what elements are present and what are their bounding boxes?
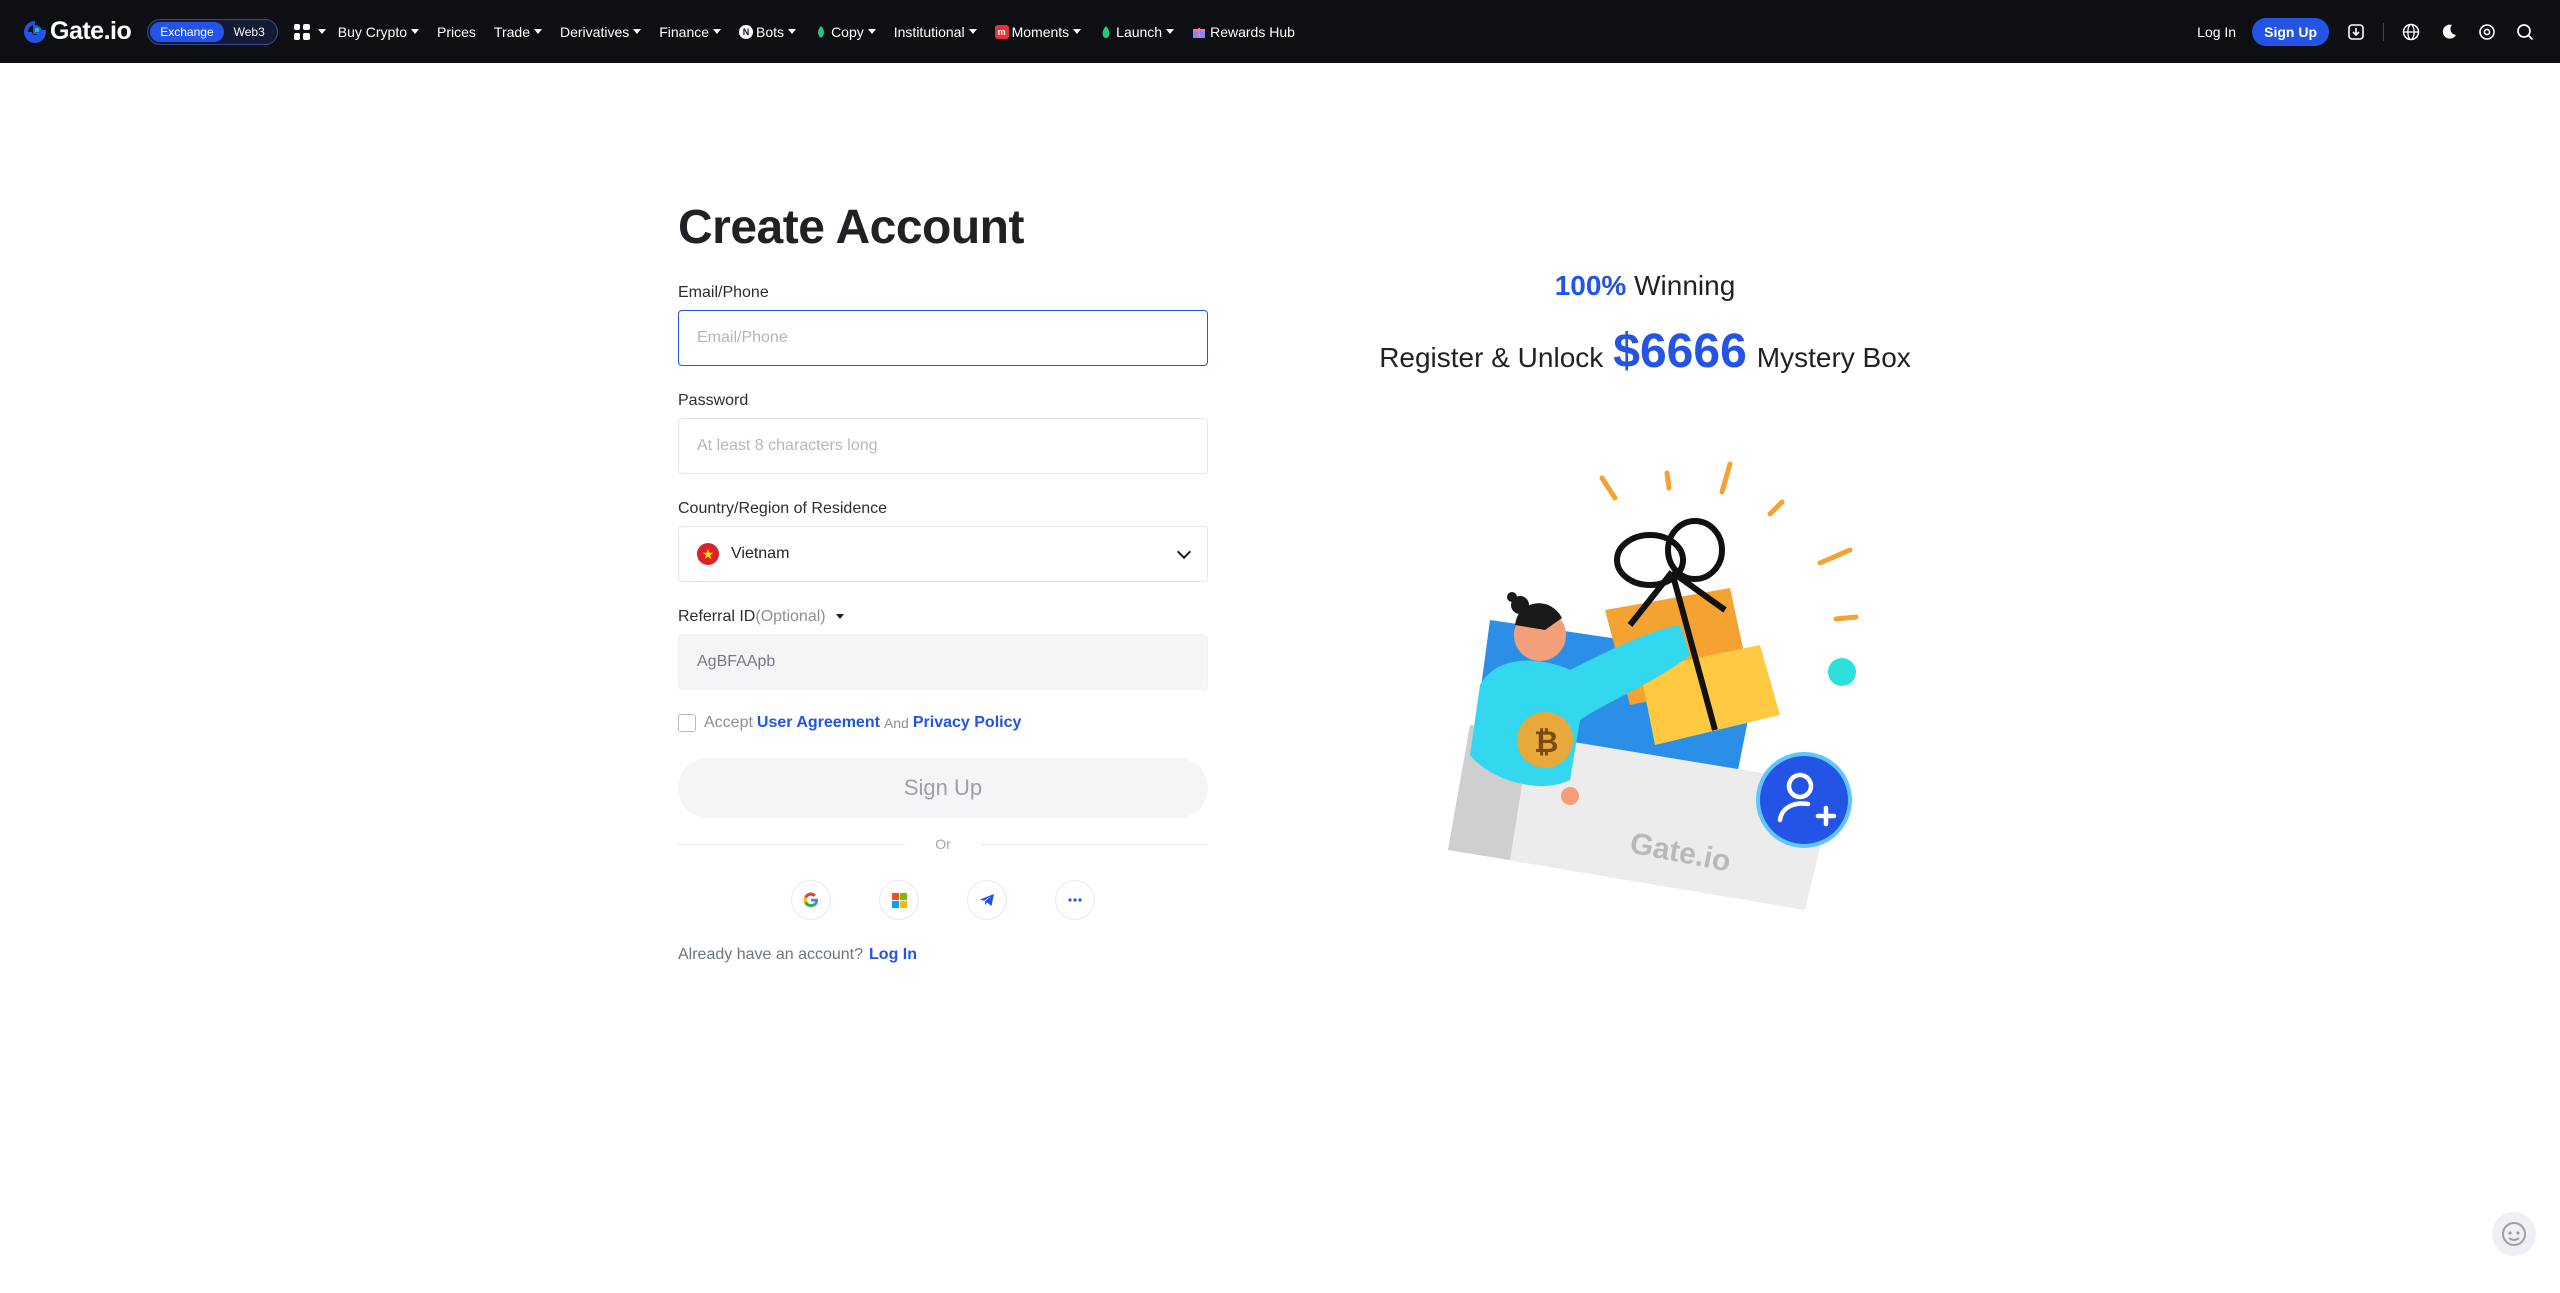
- nav-prices[interactable]: Prices: [437, 24, 476, 40]
- globe-icon[interactable]: [2400, 21, 2422, 43]
- nav-institutional[interactable]: Institutional: [894, 24, 977, 40]
- switch-exchange[interactable]: Exchange: [150, 21, 224, 42]
- referral-label-row[interactable]: Referral ID(Optional): [678, 608, 1208, 626]
- logo-text: Gate.io: [50, 17, 132, 45]
- gift-icon: [1193, 27, 1206, 38]
- privacy-policy-link[interactable]: Privacy Policy: [913, 714, 1022, 732]
- already-have-account: Already have an account? Log In: [678, 946, 1208, 964]
- gate-logo-icon: [24, 20, 46, 43]
- more-icon[interactable]: [1055, 880, 1095, 920]
- promo-register: Register & Unlock: [1379, 342, 1604, 373]
- referral-label: Referral ID: [678, 608, 756, 625]
- password-label: Password: [678, 392, 749, 409]
- exchange-web3-switch[interactable]: Exchange Web3: [147, 18, 278, 45]
- launch-flame-icon: [1102, 25, 1110, 38]
- and-text: And: [883, 715, 909, 731]
- nav-moments[interactable]: m Moments: [994, 24, 1082, 40]
- nav-trade[interactable]: Trade: [494, 24, 542, 40]
- social-login-row: [678, 880, 1208, 920]
- main-nav: Buy Crypto Prices Trade Derivatives Fina…: [338, 24, 1295, 40]
- caret-icon: [317, 29, 326, 34]
- top-navbar: Gate.io Exchange Web3 Buy Crypto Prices …: [0, 0, 2560, 63]
- download-icon[interactable]: [2345, 21, 2367, 43]
- or-divider: Or: [678, 834, 1208, 854]
- caret-down-icon: [835, 614, 844, 620]
- moments-icon: m: [994, 24, 1009, 39]
- chevron-down-icon: [1176, 544, 1192, 559]
- email-label: Email/Phone: [678, 284, 769, 301]
- nav-launch[interactable]: Launch: [1099, 24, 1175, 40]
- nav-rewards-hub[interactable]: Rewards Hub: [1192, 24, 1295, 40]
- search-icon[interactable]: [2514, 21, 2536, 43]
- nav-derivatives[interactable]: Derivatives: [560, 24, 642, 40]
- bots-icon: N: [739, 24, 754, 39]
- promo-subline: Register & Unlock $6666 Mystery Box: [1320, 324, 1970, 379]
- referral-field[interactable]: AgBFAApb: [678, 634, 1208, 690]
- agree-checkbox[interactable]: [678, 714, 696, 732]
- apps-menu-button[interactable]: [293, 23, 326, 40]
- support-chat-icon[interactable]: [2492, 1212, 2536, 1256]
- accept-text: Accept: [704, 714, 753, 731]
- promo-headline: 100% Winning: [1320, 270, 1970, 310]
- svg-text:₿: ₿: [1534, 725, 1558, 760]
- switch-web3[interactable]: Web3: [224, 22, 275, 42]
- signup-button-top[interactable]: Sign Up: [2252, 17, 2329, 46]
- email-field[interactable]: Email/Phone: [678, 310, 1208, 366]
- password-placeholder: At least 8 characters long: [697, 437, 878, 454]
- nav-buy-crypto[interactable]: Buy Crypto: [338, 24, 420, 40]
- nav-bots[interactable]: N Bots: [739, 24, 797, 40]
- microsoft-icon[interactable]: [879, 880, 919, 920]
- country-select[interactable]: ★ Vietnam: [678, 526, 1208, 582]
- moon-icon[interactable]: [2438, 21, 2460, 43]
- vietnam-flag-icon: ★: [697, 543, 719, 565]
- page-title: Create Account: [678, 201, 1024, 254]
- country-label: Country/Region of Residence: [678, 500, 888, 517]
- mystery-box-illustration: ₿ Gate.io: [1448, 461, 1859, 910]
- country-value: Vietnam: [731, 545, 790, 562]
- already-text: Already have an account?: [678, 946, 864, 963]
- user-agreement-link[interactable]: User Agreement: [757, 714, 880, 732]
- nav-copy[interactable]: Copy: [814, 24, 876, 40]
- settings-icon[interactable]: [2476, 21, 2498, 43]
- gate-logo[interactable]: Gate.io: [24, 17, 132, 46]
- signup-form: Create Account Email/Phone Email/Phone P…: [678, 200, 1208, 964]
- login-link[interactable]: Log In: [869, 946, 917, 963]
- divider: [2383, 22, 2384, 41]
- email-placeholder: Email/Phone: [697, 329, 788, 346]
- google-icon[interactable]: [791, 880, 831, 920]
- password-field[interactable]: At least 8 characters long: [678, 418, 1208, 474]
- referral-optional: (Optional): [755, 608, 826, 625]
- promo-box: Mystery Box: [1756, 342, 1911, 373]
- agreement-row: Accept User Agreement And Privacy Policy: [678, 712, 1208, 734]
- telegram-icon[interactable]: [967, 880, 1007, 920]
- promo-percent: 100%: [1554, 270, 1627, 301]
- signup-button[interactable]: Sign Up: [678, 758, 1208, 818]
- login-link-top[interactable]: Log In: [2197, 24, 2236, 40]
- or-text: Or: [935, 836, 951, 852]
- nav-finance[interactable]: Finance: [659, 24, 722, 40]
- nav-right: Log In Sign Up: [2197, 17, 2536, 46]
- grid-icon: [293, 23, 310, 40]
- copy-leaf-icon: [818, 25, 825, 38]
- referral-value: AgBFAApb: [697, 653, 776, 670]
- promo-amount: $6666: [1613, 325, 1747, 378]
- promo-winning: Winning: [1634, 270, 1736, 301]
- promo-banner: 100% Winning Register & Unlock $6666 Mys…: [1320, 270, 1970, 379]
